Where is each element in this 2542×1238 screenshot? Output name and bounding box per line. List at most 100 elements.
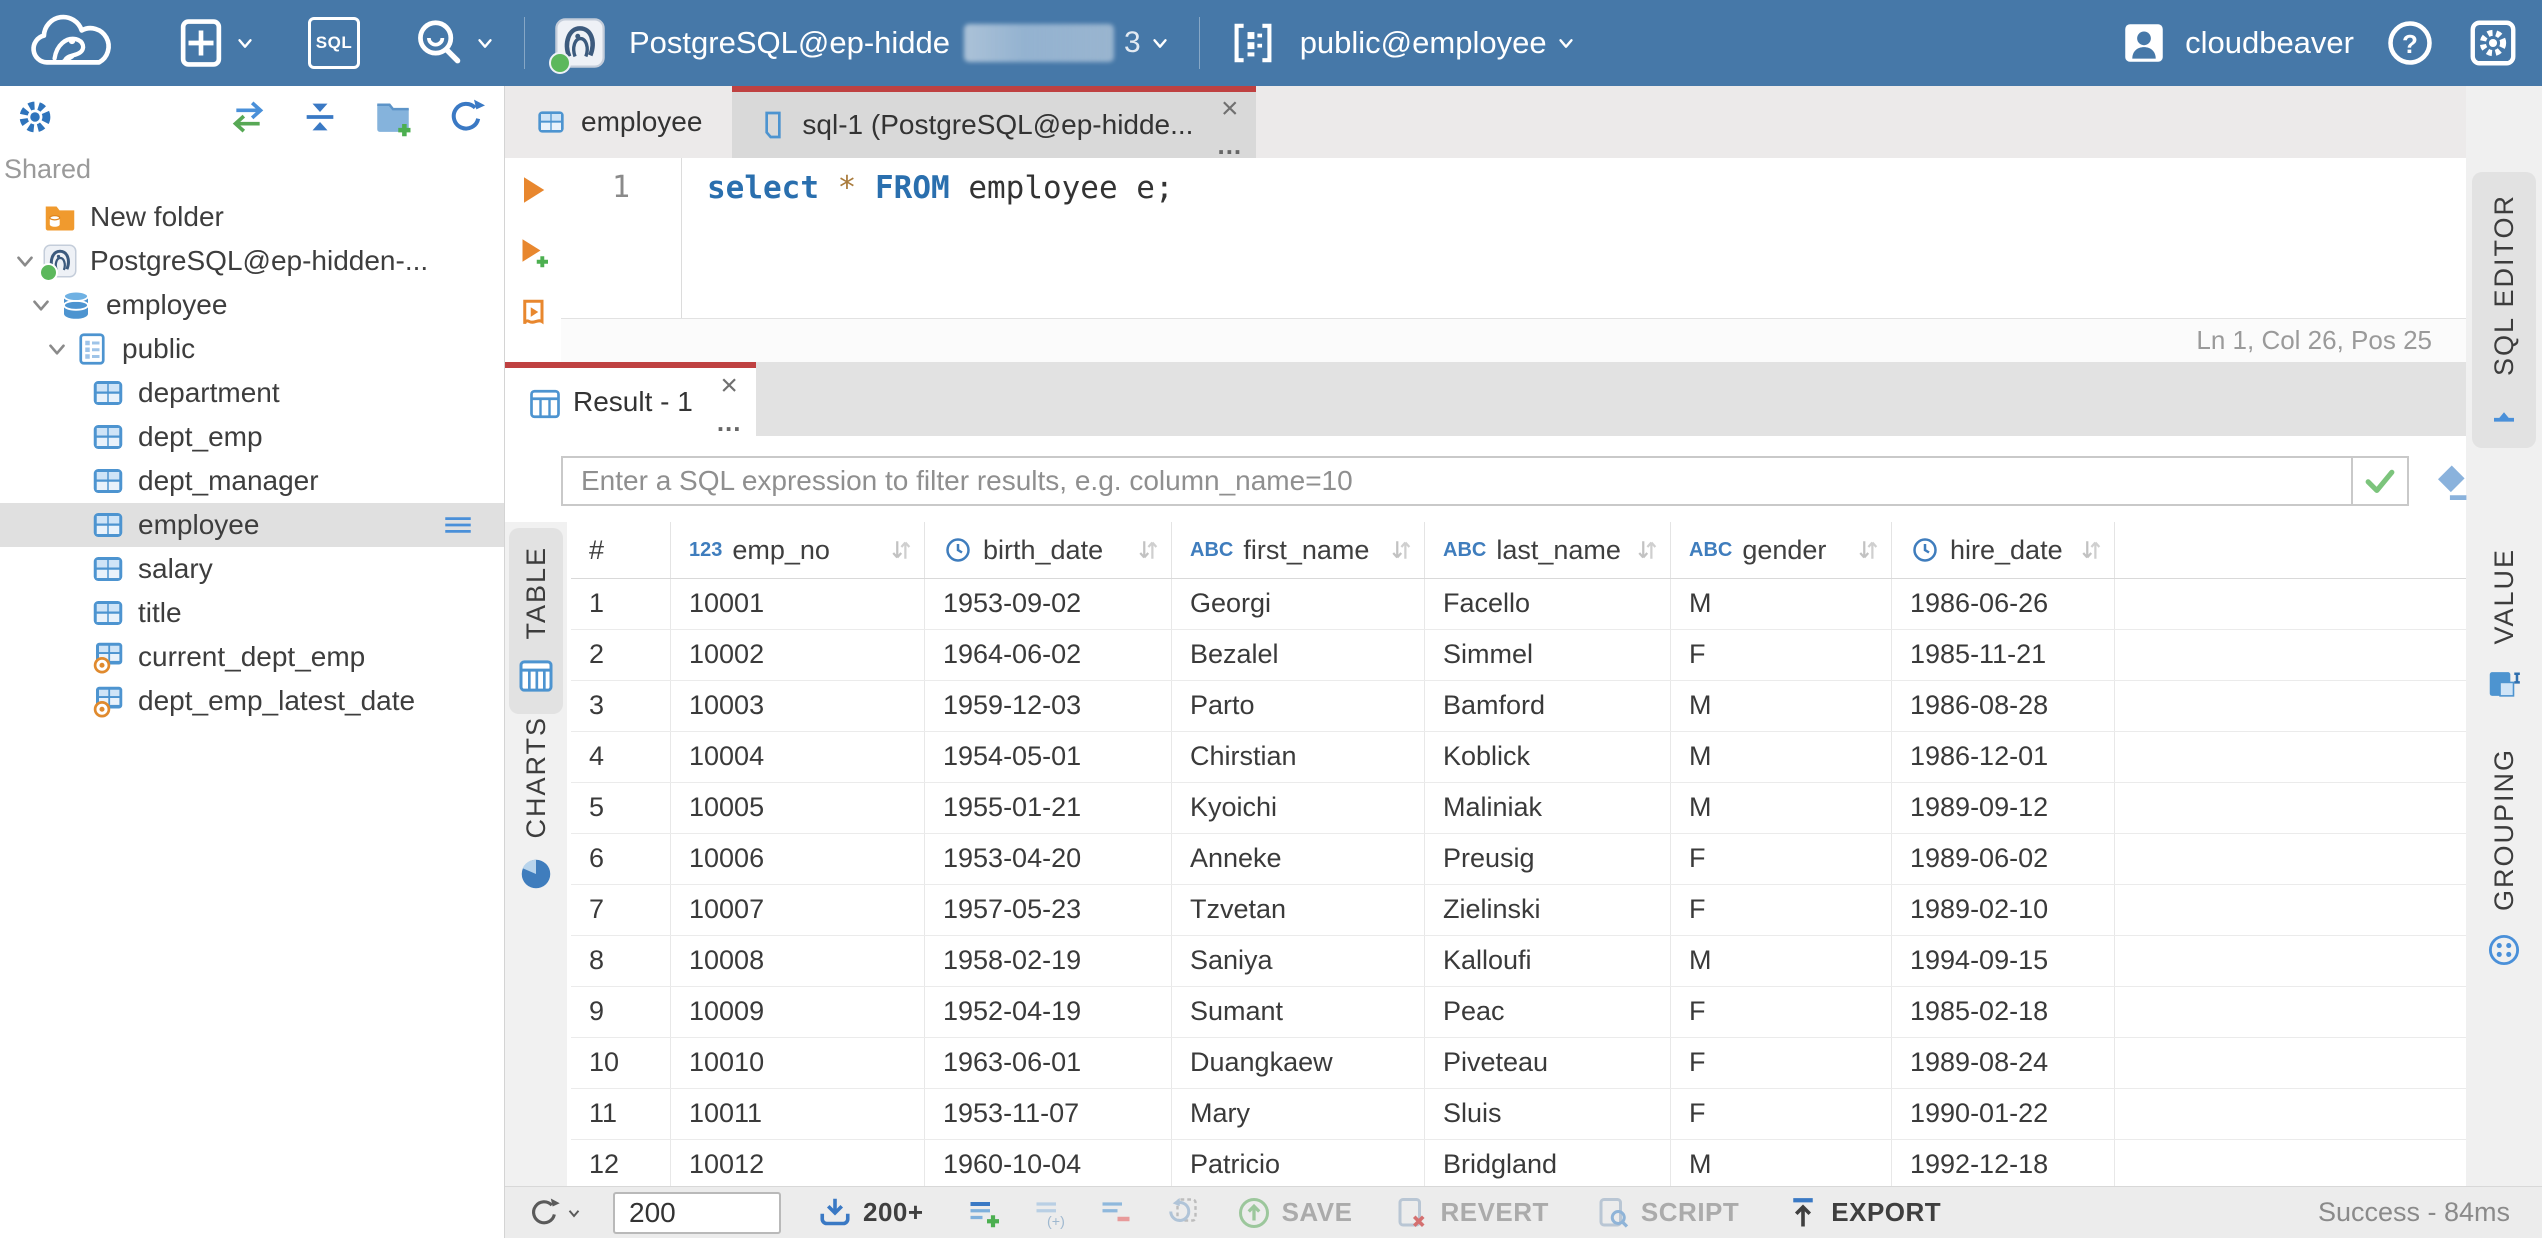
column-header-first_name[interactable]: ABC first_name: [1172, 522, 1425, 578]
grid-cell[interactable]: M: [1671, 1140, 1892, 1190]
connection-selector[interactable]: PostgreSQL@ep-hidde 3: [549, 16, 1171, 74]
grid-cell[interactable]: Bridgland: [1425, 1140, 1671, 1190]
grid-cell[interactable]: F: [1671, 885, 1892, 935]
tab-value[interactable]: VALUE: [2472, 526, 2536, 725]
sql-code-editor[interactable]: select * FROM employee e;: [683, 158, 2466, 318]
grid-cell[interactable]: 1953-04-20: [925, 834, 1172, 884]
grid-cell[interactable]: Duangkaew: [1172, 1038, 1425, 1088]
grid-cell[interactable]: 10010: [671, 1038, 925, 1088]
row-number-cell[interactable]: 9: [571, 987, 671, 1037]
grid-cell[interactable]: 1989-02-10: [1892, 885, 2115, 935]
grid-cell[interactable]: 10005: [671, 783, 925, 833]
fetch-more-button[interactable]: 200+: [817, 1195, 924, 1231]
revert-button[interactable]: REVERT: [1394, 1195, 1548, 1231]
auto-refresh-button[interactable]: [1164, 1195, 1200, 1231]
grid-cell[interactable]: 10003: [671, 681, 925, 731]
row-number-cell[interactable]: 12: [571, 1140, 671, 1190]
grid-cell[interactable]: 1985-11-21: [1892, 630, 2115, 680]
link-with-editor-icon[interactable]: [228, 97, 268, 137]
tree-item-public[interactable]: public: [0, 327, 504, 371]
grid-cell[interactable]: Georgi: [1172, 579, 1425, 629]
apply-filter-button[interactable]: [2351, 458, 2407, 504]
grid-cell[interactable]: M: [1671, 936, 1892, 986]
new-object-button[interactable]: [176, 16, 256, 70]
grid-cell[interactable]: 1994-09-15: [1892, 936, 2115, 986]
tab-result-1[interactable]: Result - 1 × ...: [505, 362, 756, 436]
save-button[interactable]: SAVE: [1236, 1195, 1353, 1231]
grid-cell[interactable]: 1953-09-02: [925, 579, 1172, 629]
sort-icon[interactable]: [1632, 535, 1662, 565]
tab-table-view[interactable]: TABLE: [509, 528, 563, 714]
collapse-all-icon[interactable]: [300, 97, 340, 137]
column-header-emp_no[interactable]: 123 emp_no: [671, 522, 925, 578]
grid-cell[interactable]: Peac: [1425, 987, 1671, 1037]
tab-more-icon[interactable]: ...: [1217, 132, 1242, 158]
refresh-result-button[interactable]: [527, 1196, 583, 1230]
grid-cell[interactable]: Facello: [1425, 579, 1671, 629]
grid-cell[interactable]: 10012: [671, 1140, 925, 1190]
row-number-cell[interactable]: 11: [571, 1089, 671, 1139]
grid-cell[interactable]: 1958-02-19: [925, 936, 1172, 986]
column-header-gender[interactable]: ABC gender: [1671, 522, 1892, 578]
grid-cell[interactable]: Kyoichi: [1172, 783, 1425, 833]
tree-item-dept_emp[interactable]: dept_emp: [0, 415, 504, 459]
add-row-button[interactable]: [966, 1195, 1002, 1231]
grid-cell[interactable]: Bezalel: [1172, 630, 1425, 680]
grid-cell[interactable]: F: [1671, 987, 1892, 1037]
grid-cell[interactable]: Chirstian: [1172, 732, 1425, 782]
export-button[interactable]: EXPORT: [1785, 1195, 1941, 1231]
grid-cell[interactable]: 1963-06-01: [925, 1038, 1172, 1088]
grid-cell[interactable]: Sluis: [1425, 1089, 1671, 1139]
grid-cell[interactable]: Preusig: [1425, 834, 1671, 884]
grid-cell[interactable]: 1992-12-18: [1892, 1140, 2115, 1190]
duplicate-row-button[interactable]: (+): [1032, 1195, 1068, 1231]
grid-cell[interactable]: 1989-08-24: [1892, 1038, 2115, 1088]
tab-charts-view[interactable]: CHARTS: [509, 698, 563, 911]
tab-sql-editor[interactable]: SQL EDITOR: [2472, 172, 2536, 449]
column-header-last_name[interactable]: ABC last_name: [1425, 522, 1671, 578]
tree-item-employee[interactable]: employee: [0, 283, 504, 327]
grid-cell[interactable]: Patricio: [1172, 1140, 1425, 1190]
sort-icon[interactable]: [2076, 535, 2106, 565]
settings-button[interactable]: [2466, 16, 2520, 70]
row-number-cell[interactable]: 7: [571, 885, 671, 935]
grid-cell[interactable]: 10004: [671, 732, 925, 782]
tree-item-dept_manager[interactable]: dept_manager: [0, 459, 504, 503]
refresh-tree-icon[interactable]: [446, 97, 486, 137]
row-number-cell[interactable]: 5: [571, 783, 671, 833]
navigator-settings-icon[interactable]: [16, 98, 54, 136]
grid-cell[interactable]: Saniya: [1172, 936, 1425, 986]
grid-cell[interactable]: 1986-12-01: [1892, 732, 2115, 782]
tree-item-department[interactable]: department: [0, 371, 504, 415]
row-number-cell[interactable]: 10: [571, 1038, 671, 1088]
tab-employee[interactable]: employee: [505, 86, 732, 158]
row-number-cell[interactable]: 6: [571, 834, 671, 884]
grid-cell[interactable]: 1952-04-19: [925, 987, 1172, 1037]
fetch-size-input[interactable]: [613, 1191, 781, 1234]
grid-cell[interactable]: 1954-05-01: [925, 732, 1172, 782]
grid-cell[interactable]: 1959-12-03: [925, 681, 1172, 731]
grid-cell[interactable]: Sumant: [1172, 987, 1425, 1037]
result-more-icon[interactable]: ...: [717, 409, 742, 435]
grid-cell[interactable]: Maliniak: [1425, 783, 1671, 833]
tree-item-employee[interactable]: employee: [0, 503, 504, 547]
grid-cell[interactable]: 10011: [671, 1089, 925, 1139]
grid-cell[interactable]: 1989-09-12: [1892, 783, 2115, 833]
grid-cell[interactable]: M: [1671, 579, 1892, 629]
grid-cell[interactable]: 1957-05-23: [925, 885, 1172, 935]
grid-cell[interactable]: 10007: [671, 885, 925, 935]
sort-icon[interactable]: [1386, 535, 1416, 565]
tree-expander-icon[interactable]: [8, 246, 42, 276]
grid-cell[interactable]: 1985-02-18: [1892, 987, 2115, 1037]
tree-expander-icon[interactable]: [40, 334, 74, 364]
execute-query-new-tab-icon[interactable]: [515, 234, 551, 270]
grid-cell[interactable]: Kalloufi: [1425, 936, 1671, 986]
tree-expander-icon[interactable]: [24, 290, 58, 320]
grid-cell[interactable]: Parto: [1172, 681, 1425, 731]
sort-icon[interactable]: [1853, 535, 1883, 565]
row-number-cell[interactable]: 2: [571, 630, 671, 680]
close-result-icon[interactable]: ×: [720, 371, 738, 401]
row-number-cell[interactable]: 3: [571, 681, 671, 731]
grid-cell[interactable]: F: [1671, 630, 1892, 680]
grid-cell[interactable]: 10001: [671, 579, 925, 629]
